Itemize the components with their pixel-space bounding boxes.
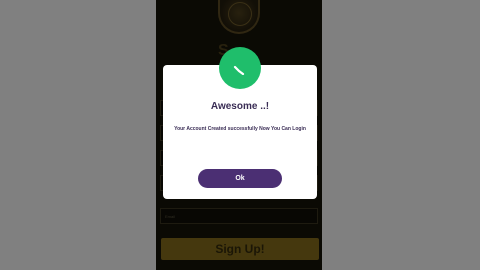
check-glyph-icon: [233, 65, 245, 75]
left-letterbox: [0, 0, 156, 270]
success-check-icon: [219, 47, 261, 89]
dialog-title: Awesome ..!: [210, 101, 270, 112]
right-letterbox: [322, 0, 480, 270]
ok-button[interactable]: Ok: [198, 169, 282, 188]
dialog-message: Your Account Created successfully Now Yo…: [174, 126, 306, 132]
